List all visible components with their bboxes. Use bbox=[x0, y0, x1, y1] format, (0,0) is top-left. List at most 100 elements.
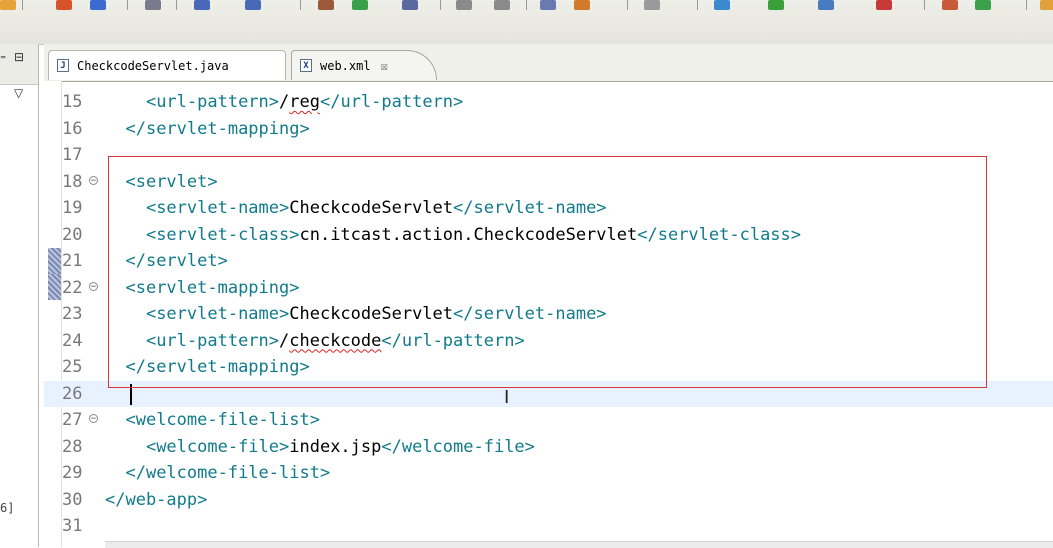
toolbar-icon[interactable] bbox=[90, 0, 106, 10]
code-line[interactable]: 30 </web-app> bbox=[44, 487, 1053, 514]
code-line[interactable]: 18− <servlet> bbox=[44, 169, 1053, 196]
xml-text-prefix: / bbox=[279, 92, 290, 112]
xml-tag: </servlet-name> bbox=[453, 198, 607, 218]
toolbar-icon[interactable] bbox=[1040, 0, 1053, 10]
toolbar-icon[interactable] bbox=[145, 0, 161, 10]
code-text[interactable]: </web-app> bbox=[105, 487, 207, 514]
left-panel: ⁼ ⊟ ▽ 6] bbox=[0, 44, 39, 547]
xml-text: /reg bbox=[279, 92, 320, 112]
tab-checkcode-servlet-java[interactable]: J CheckcodeServlet.java bbox=[48, 50, 286, 80]
line-number: 23 bbox=[62, 304, 83, 324]
code-text[interactable]: </servlet-mapping> bbox=[105, 354, 310, 381]
code-text[interactable]: <servlet-name>CheckcodeServlet</servlet-… bbox=[105, 301, 607, 328]
toolbar-icon[interactable] bbox=[456, 0, 472, 10]
toolbar-icon[interactable] bbox=[318, 0, 334, 10]
toolbar-icon[interactable] bbox=[245, 0, 261, 10]
toolbar-separator bbox=[697, 0, 698, 10]
code-text[interactable]: <url-pattern>/checkcode</url-pattern> bbox=[105, 328, 525, 355]
toolbar-separator bbox=[127, 0, 128, 10]
code-line[interactable]: 20 <servlet-class>cn.itcast.action.Check… bbox=[44, 222, 1053, 249]
code-text[interactable]: <welcome-file>index.jsp</welcome-file> bbox=[105, 434, 535, 461]
code-line[interactable]: 31 bbox=[44, 513, 1053, 540]
toolbar-icon[interactable] bbox=[768, 0, 784, 10]
toolbar-separator bbox=[176, 0, 177, 10]
toolbar-separator bbox=[924, 0, 925, 10]
code-text[interactable]: <welcome-file-list> bbox=[105, 407, 319, 434]
close-icon[interactable]: ☒ bbox=[381, 59, 388, 73]
panel-text-fragment: 6] bbox=[0, 501, 15, 515]
tab-label: web.xml bbox=[320, 58, 371, 73]
code-text[interactable]: </welcome-file-list> bbox=[105, 460, 330, 487]
code-line[interactable]: 26 I bbox=[44, 380, 1053, 408]
code-line[interactable]: 29 </welcome-file-list> bbox=[44, 460, 1053, 487]
xml-tag: <servlet-class> bbox=[145, 224, 300, 245]
line-number: 27 bbox=[62, 410, 83, 430]
code-line[interactable]: 17 bbox=[44, 142, 1053, 169]
xml-tag: </web-app> bbox=[105, 489, 208, 510]
code-line[interactable]: 15 <url-pattern>/reg</url-pattern> bbox=[44, 89, 1053, 116]
toolbar bbox=[0, 0, 1053, 45]
toolbar-icon[interactable] bbox=[876, 0, 892, 10]
code-line[interactable]: 22− <servlet-mapping> bbox=[44, 275, 1053, 302]
tab-web-xml[interactable]: X web.xml ☒ bbox=[291, 50, 437, 80]
toolbar-icon[interactable] bbox=[0, 0, 16, 10]
code-line[interactable]: 24 <url-pattern>/checkcode</url-pattern> bbox=[44, 328, 1053, 355]
toolbar-icon[interactable] bbox=[714, 0, 730, 10]
code-text[interactable]: </servlet> bbox=[105, 248, 227, 275]
code-line[interactable]: 21 </servlet> bbox=[44, 248, 1053, 275]
maximize-icon[interactable]: ⊟ bbox=[14, 50, 24, 64]
left-panel-header: ⁼ ⊟ bbox=[0, 44, 38, 85]
xml-text: /checkcode bbox=[279, 331, 381, 351]
code-text[interactable]: <servlet-mapping> bbox=[105, 275, 299, 302]
toolbar-icon[interactable] bbox=[352, 0, 368, 10]
line-number: 29 bbox=[62, 463, 83, 483]
line-number: 21 bbox=[62, 251, 83, 271]
spelling-warning[interactable]: checkcode bbox=[289, 331, 381, 351]
code-text[interactable]: <url-pattern>/reg</url-pattern> bbox=[105, 89, 463, 116]
code-text[interactable]: <servlet-name>CheckcodeServlet</servlet-… bbox=[105, 195, 607, 222]
toolbar-icon[interactable] bbox=[644, 0, 660, 10]
code-line[interactable]: 23 <servlet-name>CheckcodeServlet</servl… bbox=[44, 301, 1053, 328]
spelling-warning[interactable]: reg bbox=[289, 92, 320, 112]
minimize-icon[interactable]: ⁼ bbox=[0, 52, 6, 66]
code-text[interactable]: <servlet-class>cn.itcast.action.Checkcod… bbox=[105, 222, 801, 249]
toolbar-icon[interactable] bbox=[540, 0, 556, 10]
toolbar-icon[interactable] bbox=[975, 0, 991, 10]
fold-toggle-icon[interactable]: − bbox=[89, 175, 98, 185]
xml-text: CheckcodeServlet bbox=[289, 198, 454, 218]
toolbar-icon[interactable] bbox=[942, 0, 958, 10]
xml-tag: <url-pattern> bbox=[145, 92, 280, 112]
fold-toggle-icon[interactable]: − bbox=[89, 414, 98, 424]
toolbar-icon[interactable] bbox=[574, 0, 590, 10]
xml-tag: </url-pattern> bbox=[381, 330, 525, 351]
toolbar-icon[interactable] bbox=[402, 0, 418, 10]
code-line[interactable]: 19 <servlet-name>CheckcodeServlet</servl… bbox=[44, 195, 1053, 222]
line-number: 28 bbox=[62, 436, 83, 457]
toolbar-icon[interactable] bbox=[194, 0, 210, 10]
code-text[interactable]: </servlet-mapping> bbox=[105, 116, 309, 143]
code-line[interactable]: 25 </servlet-mapping> bbox=[44, 354, 1053, 381]
xml-text: index.jsp bbox=[289, 436, 382, 457]
xml-tag: </servlet-mapping> bbox=[125, 357, 310, 377]
code-line[interactable]: 28 <welcome-file>index.jsp</welcome-file… bbox=[44, 434, 1053, 461]
toolbar-icon[interactable] bbox=[818, 0, 834, 10]
code-line[interactable]: 16 </servlet-mapping> bbox=[44, 116, 1053, 143]
toolbar-icon[interactable] bbox=[56, 0, 72, 10]
xml-text: CheckcodeServlet bbox=[289, 304, 454, 324]
toolbar-icon[interactable] bbox=[494, 0, 510, 10]
toolbar-separator bbox=[300, 0, 301, 10]
view-menu-icon[interactable]: ▽ bbox=[14, 86, 23, 100]
code-line[interactable]: 27− <welcome-file-list> bbox=[44, 407, 1053, 434]
code-text[interactable]: <servlet> bbox=[105, 169, 217, 196]
editor[interactable]: J CheckcodeServlet.java X web.xml ☒ 15 <… bbox=[44, 44, 1053, 548]
fold-toggle-icon[interactable]: − bbox=[89, 281, 98, 291]
